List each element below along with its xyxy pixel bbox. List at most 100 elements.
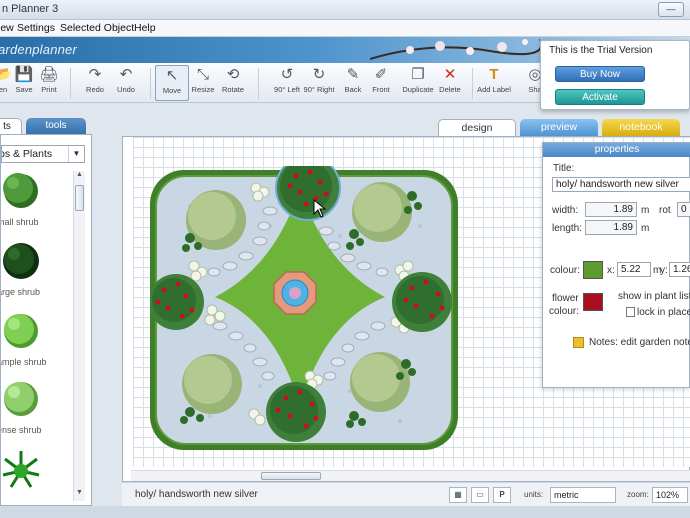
dense-shrub-icon bbox=[4, 382, 38, 416]
plant-item-sample-shrub[interactable]: ample shrub bbox=[1, 311, 73, 379]
fountain bbox=[273, 271, 317, 315]
resize-icon: ⤡ bbox=[196, 66, 209, 83]
category-select[interactable]: bs & Plants ▼ bbox=[1, 145, 85, 163]
large-shrub-icon bbox=[3, 243, 39, 279]
title-label: Title: bbox=[553, 163, 575, 174]
gardenplanner-logo: ardenplanner bbox=[0, 42, 78, 57]
window-bottom-edge bbox=[0, 506, 690, 518]
minimize-button[interactable]: — bbox=[658, 2, 684, 17]
title-field[interactable]: holy/ handsworth new silver bbox=[552, 177, 690, 192]
rotate-icon: ⟲ bbox=[226, 66, 240, 83]
rotation-label: rot bbox=[659, 205, 671, 216]
status-bar: holy/ handsworth new silver ▦ ▭ P units:… bbox=[122, 482, 690, 506]
length-label: length: bbox=[552, 223, 583, 234]
redo-icon: ↷ bbox=[88, 66, 102, 83]
colour-label: colour: bbox=[550, 265, 581, 276]
rotate-left-icon: ↺ bbox=[280, 66, 294, 83]
undo-icon: ↶ bbox=[119, 66, 133, 83]
plant-item-small-shrub[interactable]: mall shrub bbox=[1, 171, 73, 239]
scroll-up-icon[interactable]: ▲ bbox=[74, 171, 85, 182]
scrollbar-thumb[interactable] bbox=[75, 185, 84, 211]
zoom-field[interactable]: 102% bbox=[652, 487, 688, 503]
canvas-horizontal-scrollbar[interactable] bbox=[131, 470, 690, 481]
menu-view[interactable]: iew bbox=[0, 22, 14, 34]
tab-tools[interactable]: tools bbox=[26, 118, 86, 135]
properties-header: properties bbox=[543, 143, 690, 157]
buy-now-button[interactable]: Buy Now bbox=[555, 66, 645, 82]
print-button[interactable]: 🖨 Print bbox=[32, 65, 66, 101]
length-field[interactable]: 1.89 bbox=[585, 220, 637, 235]
scroll-down-icon[interactable]: ▼ bbox=[74, 489, 85, 500]
window-title: n Planner 3 bbox=[2, 3, 59, 15]
lock-in-place-label: lock in place bbox=[637, 307, 690, 318]
rotate-button[interactable]: ⟲ Rotate bbox=[216, 65, 250, 101]
scrollbar-thumb[interactable] bbox=[261, 472, 321, 480]
menu-settings[interactable]: Settings bbox=[17, 22, 55, 34]
plant-item-spiky-plant[interactable] bbox=[1, 449, 73, 501]
small-shrub-icon bbox=[3, 173, 38, 208]
flower-colour-swatch[interactable] bbox=[583, 293, 603, 311]
rotate-90-left-button[interactable]: ↺ 90° Left bbox=[270, 65, 304, 101]
show-in-plant-list-label: show in plant list bbox=[618, 291, 690, 302]
lock-in-place-checkbox[interactable] bbox=[626, 307, 635, 317]
colour-swatch[interactable] bbox=[583, 261, 603, 279]
tab-notebook[interactable]: notebook bbox=[602, 119, 680, 136]
blossom-branch-image bbox=[370, 39, 540, 60]
ruler-icon[interactable]: ▭ bbox=[471, 487, 489, 503]
toolbar-divider bbox=[472, 68, 473, 99]
units-select[interactable]: metric bbox=[550, 487, 616, 503]
width-label: width: bbox=[552, 205, 579, 216]
tab-plants[interactable]: ts bbox=[0, 118, 22, 135]
width-field[interactable]: 1.89 bbox=[585, 202, 637, 217]
toolbar-divider bbox=[150, 68, 151, 99]
properties-panel: properties Title: holy/ handsworth new s… bbox=[542, 142, 690, 388]
units-label: units: bbox=[524, 490, 544, 499]
move-cursor-icon: ↖ bbox=[165, 67, 179, 84]
bring-front-button[interactable]: ✐ Front bbox=[364, 65, 398, 101]
move-button[interactable]: ↖ Move bbox=[155, 65, 189, 101]
x-field[interactable]: 5.22 bbox=[617, 262, 651, 277]
rotation-field[interactable]: 0 bbox=[677, 202, 690, 217]
toolbar-divider bbox=[258, 68, 259, 99]
left-panel-tabs: ts tools bbox=[0, 118, 120, 135]
bring-front-icon: ✐ bbox=[374, 66, 388, 83]
rotate-90-right-button[interactable]: ↻ 90° Right bbox=[302, 65, 336, 101]
width-unit: m bbox=[641, 205, 650, 216]
resize-button[interactable]: ⤡ Resize bbox=[186, 65, 220, 101]
add-label-button[interactable]: T Add Label bbox=[477, 65, 511, 101]
plant-library-panel: bs & Plants ▼ mall shrub arge shrub ampl… bbox=[0, 134, 92, 506]
undo-button[interactable]: ↶ Undo bbox=[109, 65, 143, 101]
tab-design[interactable]: design bbox=[438, 119, 516, 136]
y-field[interactable]: 1.26 bbox=[669, 262, 690, 277]
toolbar-divider bbox=[70, 68, 71, 99]
pan-icon[interactable]: P bbox=[493, 487, 511, 503]
print-icon: 🖨 bbox=[39, 66, 59, 83]
plant-list: mall shrub arge shrub ample shrub ense s… bbox=[1, 171, 73, 501]
tab-preview[interactable]: preview bbox=[520, 119, 598, 136]
edit-garden-notes-link[interactable]: Notes: edit garden note bbox=[589, 337, 690, 348]
notes-icon[interactable] bbox=[573, 337, 584, 348]
delete-button[interactable]: ✕ Delete bbox=[433, 65, 467, 101]
duplicate-button[interactable]: ❐ Duplicate bbox=[401, 65, 435, 101]
length-unit: m bbox=[641, 223, 650, 234]
rotate-right-icon: ↻ bbox=[312, 66, 326, 83]
plant-list-scrollbar[interactable]: ▲ ▼ bbox=[73, 171, 85, 501]
plant-item-large-shrub[interactable]: arge shrub bbox=[1, 241, 73, 309]
menu-selected-object[interactable]: Selected Object bbox=[60, 22, 134, 34]
activate-button[interactable]: Activate bbox=[555, 89, 645, 105]
menu-bar: iew Settings Selected Object Help bbox=[0, 20, 690, 37]
plant-item-dense-shrub[interactable]: ense shrub bbox=[1, 379, 73, 447]
trial-version-box: This is the Trial Version Buy Now Activa… bbox=[540, 40, 690, 110]
menu-help[interactable]: Help bbox=[134, 22, 156, 34]
duplicate-icon: ❐ bbox=[411, 66, 425, 83]
chevron-down-icon: ▼ bbox=[68, 146, 84, 162]
sample-shrub-icon bbox=[4, 314, 38, 348]
title-bar: n Planner 3 — bbox=[0, 0, 690, 20]
garden-plan-drawing[interactable] bbox=[150, 166, 460, 452]
redo-button[interactable]: ↷ Redo bbox=[78, 65, 112, 101]
grid-view-icon[interactable]: ▦ bbox=[449, 487, 467, 503]
delete-icon: ✕ bbox=[443, 66, 457, 83]
add-label-icon: T bbox=[489, 66, 499, 83]
selected-object-name: holy/ handsworth new silver bbox=[135, 489, 258, 500]
spiky-plant-icon bbox=[2, 451, 40, 488]
